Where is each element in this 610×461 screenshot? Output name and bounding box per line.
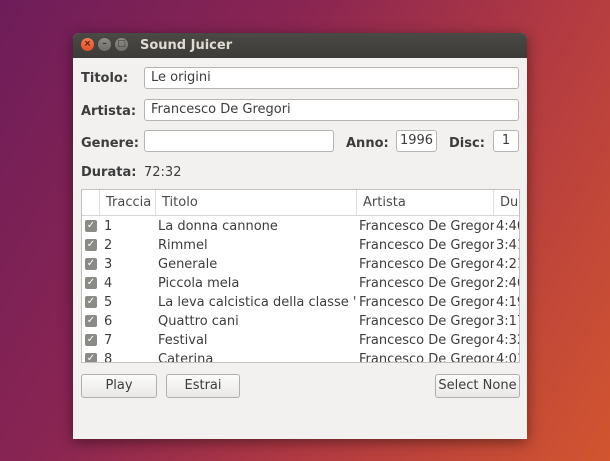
checkmark-icon[interactable]: ✓	[85, 296, 97, 308]
track-number: 7	[104, 333, 113, 348]
genre-field[interactable]	[144, 130, 334, 152]
table-row[interactable]: ✓ 8 CaterinaFrancesco De Gregori4:01	[82, 350, 519, 363]
track-title[interactable]: La donna cannone	[158, 217, 356, 236]
checkmark-icon[interactable]: ✓	[85, 258, 97, 270]
checkmark-icon[interactable]: ✓	[85, 239, 97, 251]
track-title[interactable]: Quattro cani	[158, 312, 356, 331]
album-title-field[interactable]: Le origini	[144, 67, 519, 89]
track-artist[interactable]: Francesco De Gregori	[359, 274, 494, 293]
track-artist[interactable]: Francesco De Gregori	[359, 293, 494, 312]
track-duration: 4:19	[496, 295, 519, 310]
artist-label: Artista:	[81, 104, 137, 119]
track-title[interactable]: Piccola mela	[158, 274, 356, 293]
track-number: 6	[104, 314, 113, 329]
checkmark-icon[interactable]: ✓	[85, 220, 97, 232]
track-duration: 3:17	[496, 314, 519, 329]
duration-label: Durata:	[81, 165, 137, 180]
year-label: Anno:	[346, 136, 389, 151]
play-button[interactable]: Play	[81, 374, 157, 398]
column-header-duration[interactable]: Du	[494, 190, 519, 215]
track-title[interactable]: Caterina	[158, 350, 356, 362]
track-title[interactable]: Rimmel	[158, 236, 356, 255]
track-duration: 4:40	[496, 219, 519, 234]
sound-juicer-window: × – □ Sound Juicer Titolo: Le origini Ar…	[73, 33, 527, 439]
track-number: 3	[104, 257, 113, 272]
disc-field[interactable]: 1	[493, 130, 519, 152]
track-artist[interactable]: Francesco De Gregori	[359, 350, 494, 362]
close-icon[interactable]: ×	[81, 38, 94, 51]
track-number: 5	[104, 295, 113, 310]
table-row[interactable]: ✓ 2 RimmelFrancesco De Gregori3:41	[82, 236, 519, 255]
track-title[interactable]: La leva calcistica della classe '68	[158, 293, 356, 312]
table-row[interactable]: ✓ 4 Piccola melaFrancesco De Gregori2:46	[82, 274, 519, 293]
track-duration: 4:32	[496, 333, 519, 348]
track-artist[interactable]: Francesco De Gregori	[359, 331, 494, 350]
track-number: 8	[104, 352, 113, 363]
track-title[interactable]: Generale	[158, 255, 356, 274]
title-bar[interactable]: × – □ Sound Juicer	[73, 33, 527, 58]
track-duration: 4:01	[496, 352, 519, 363]
track-list-header: Traccia Titolo Artista Du	[82, 190, 519, 216]
track-duration: 2:46	[496, 276, 519, 291]
track-artist[interactable]: Francesco De Gregori	[359, 312, 494, 331]
disc-label: Disc:	[449, 136, 485, 151]
column-header-select[interactable]	[82, 190, 100, 215]
checkmark-icon[interactable]: ✓	[85, 315, 97, 327]
table-row[interactable]: ✓ 3 GeneraleFrancesco De Gregori4:21	[82, 255, 519, 274]
year-field[interactable]: 1996	[396, 130, 437, 152]
checkmark-icon[interactable]: ✓	[85, 353, 97, 362]
table-row[interactable]: ✓ 1 La donna cannone Francesco De Gregori 4:…	[82, 217, 519, 236]
track-list[interactable]: Traccia Titolo Artista Du ✓ 1 La donna can…	[81, 189, 520, 363]
title-label: Titolo:	[81, 71, 129, 86]
genre-label: Genere:	[81, 136, 139, 151]
select-none-button[interactable]: Select None	[435, 374, 520, 398]
duration-value: 72:32	[144, 165, 182, 180]
column-header-title[interactable]: Titolo	[156, 190, 357, 215]
track-artist[interactable]: Francesco De Gregori	[359, 236, 494, 255]
column-header-artist[interactable]: Artista	[357, 190, 494, 215]
minimize-icon[interactable]: –	[98, 38, 111, 51]
track-duration: 4:21	[496, 257, 519, 272]
track-artist[interactable]: Francesco De Gregori	[359, 255, 494, 274]
track-artist[interactable]: Francesco De Gregori	[359, 217, 494, 236]
window-title: Sound Juicer	[140, 38, 233, 53]
track-duration: 3:41	[496, 238, 519, 253]
table-row[interactable]: ✓ 7 FestivalFrancesco De Gregori4:32	[82, 331, 519, 350]
track-number: 2	[104, 238, 113, 253]
column-header-track[interactable]: Traccia	[100, 190, 156, 215]
checkmark-icon[interactable]: ✓	[85, 277, 97, 289]
maximize-icon[interactable]: □	[115, 38, 128, 51]
table-row[interactable]: ✓ 5 La leva calcistica della classe '68 Fra…	[82, 293, 519, 312]
track-number: 4	[104, 276, 113, 291]
track-title[interactable]: Festival	[158, 331, 356, 350]
extract-button[interactable]: Estrai	[166, 374, 240, 398]
table-row[interactable]: ✓ 6 Quattro caniFrancesco De Gregori3:17	[82, 312, 519, 331]
checkmark-icon[interactable]: ✓	[85, 334, 97, 346]
track-number: 1	[104, 219, 113, 234]
album-artist-field[interactable]: Francesco De Gregori	[144, 99, 519, 121]
